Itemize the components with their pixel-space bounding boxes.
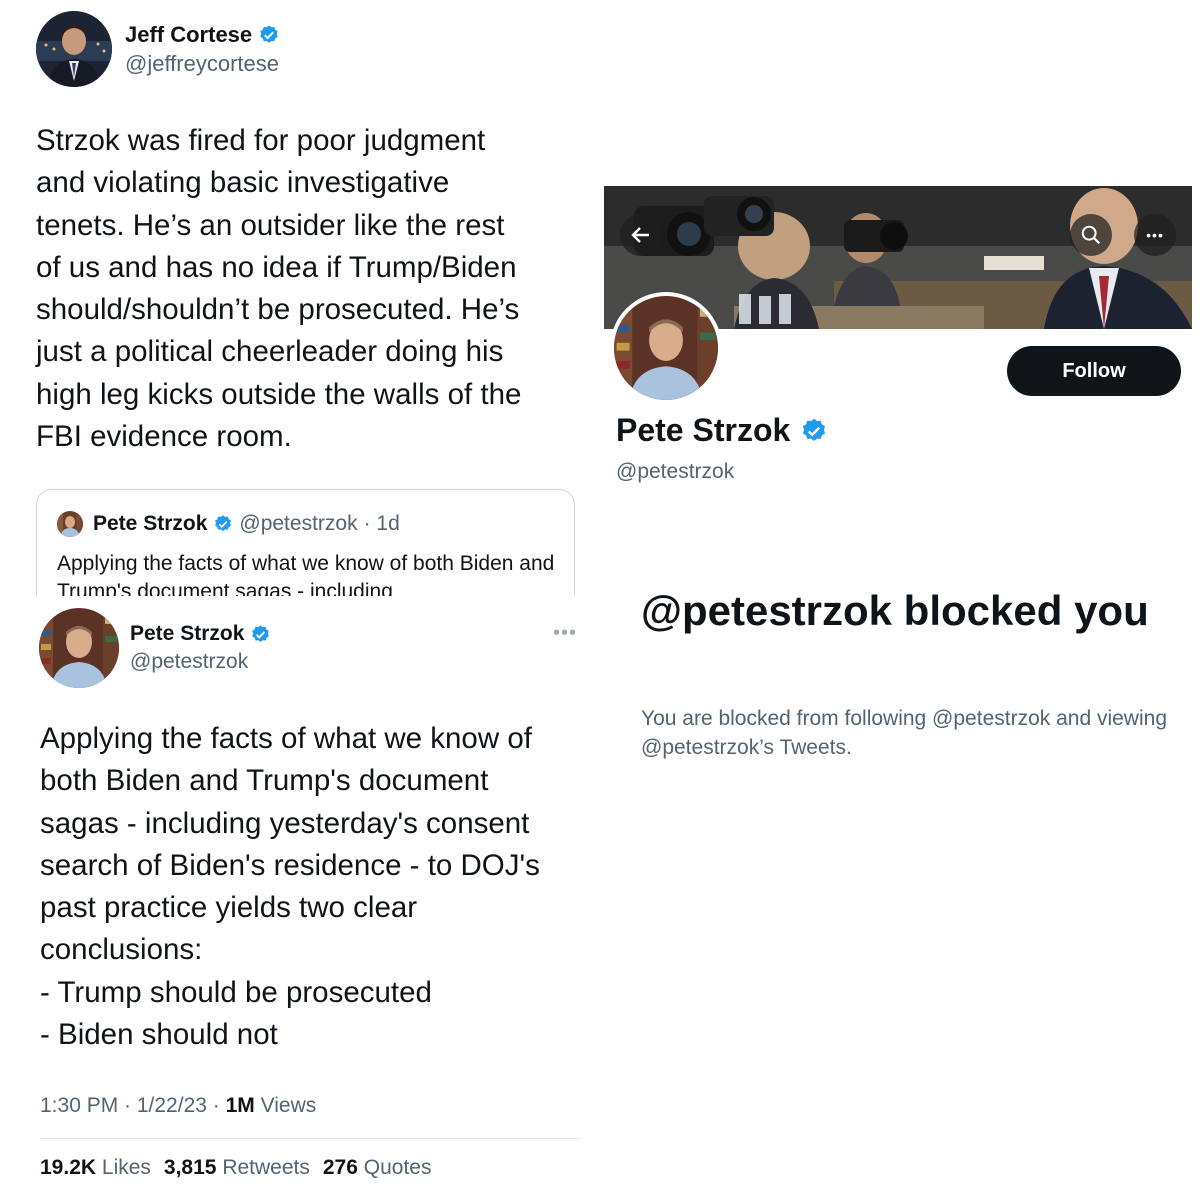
quoted-tweet-card[interactable]: Pete Strzok @petestrzok · 1d Applying th…	[36, 489, 575, 596]
verified-badge-icon	[803, 418, 826, 441]
jeff-cortese-name[interactable]: Jeff Cortese	[125, 22, 280, 48]
blocked-title: @petestrzok blocked you	[641, 587, 1149, 634]
quoted-tweet-time: · 1d	[363, 512, 400, 535]
cortese-tweet-panel: Jeff Cortese @jeffreycortese Strzok was …	[0, 0, 600, 596]
quotes-stat[interactable]: 276 Quotes	[323, 1156, 432, 1180]
back-button[interactable]	[620, 214, 662, 256]
strzok-tweet-panel: Pete Strzok @petestrzok ••• Applying the…	[0, 596, 600, 1200]
quoted-tweet-text: Applying the facts of what we know of bo…	[57, 552, 555, 596]
arrow-left-icon	[631, 227, 649, 243]
views-count: 1M	[225, 1094, 255, 1117]
likes-count: 19.2K	[40, 1156, 97, 1179]
quotes-label: Quotes	[363, 1156, 432, 1179]
quoted-author-handle: @petestrzok	[239, 512, 358, 535]
tweet-timestamp[interactable]: 1:30 PM · 1/22/23 ·	[40, 1094, 226, 1117]
more-icon[interactable]: •••	[553, 622, 577, 645]
more-icon: •••	[1146, 227, 1164, 243]
views-label: Views	[254, 1094, 317, 1117]
profile-name: Pete Strzok	[616, 412, 828, 449]
tweet-stats: 19.2K Likes 3,815 Retweets 276 Quotes	[40, 1156, 431, 1180]
verified-badge-icon	[260, 25, 278, 43]
more-button[interactable]: •••	[1134, 214, 1176, 256]
retweets-count: 3,815	[163, 1156, 217, 1179]
quoted-author-name: Pete Strzok	[93, 512, 208, 535]
divider	[40, 1138, 580, 1139]
search-icon	[1081, 225, 1101, 245]
jeff-cortese-avatar[interactable]	[36, 11, 112, 87]
pete-strzok-handle[interactable]: @petestrzok	[130, 650, 248, 674]
author-name: Pete Strzok	[130, 622, 245, 645]
search-button[interactable]	[1070, 214, 1112, 256]
author-name: Jeff Cortese	[125, 22, 253, 47]
likes-label: Likes	[101, 1156, 151, 1179]
verified-badge-icon	[215, 515, 232, 532]
pete-strzok-name[interactable]: Pete Strzok	[130, 622, 271, 646]
retweets-stat[interactable]: 3,815 Retweets	[164, 1156, 310, 1180]
pete-strzok-avatar[interactable]	[39, 608, 119, 688]
profile-blocked-panel: ••• Follow Pete Strzok @petestrzok @pete…	[604, 186, 1192, 786]
quoted-author-avatar	[57, 511, 83, 537]
jeff-cortese-handle[interactable]: @jeffreycortese	[125, 51, 279, 77]
verified-badge-icon	[252, 624, 270, 642]
follow-button[interactable]: Follow	[1007, 346, 1181, 396]
profile-avatar[interactable]	[610, 292, 722, 404]
quoted-tweet-header: Pete Strzok @petestrzok · 1d	[93, 512, 400, 536]
tweet-text: Applying the facts of what we know of bo…	[40, 722, 540, 1052]
likes-stat[interactable]: 19.2K Likes	[40, 1156, 151, 1180]
tweet-text: Strzok was fired for poor judgment and v…	[36, 124, 522, 454]
retweets-label: Retweets	[222, 1156, 310, 1179]
blocked-message: You are blocked from following @petestrz…	[641, 707, 1167, 759]
quotes-count: 276	[322, 1156, 358, 1179]
profile-display-name: Pete Strzok	[616, 412, 791, 448]
tweet-meta: 1:30 PM · 1/22/23 · 1M Views	[40, 1094, 316, 1118]
profile-handle: @petestrzok	[616, 460, 735, 483]
